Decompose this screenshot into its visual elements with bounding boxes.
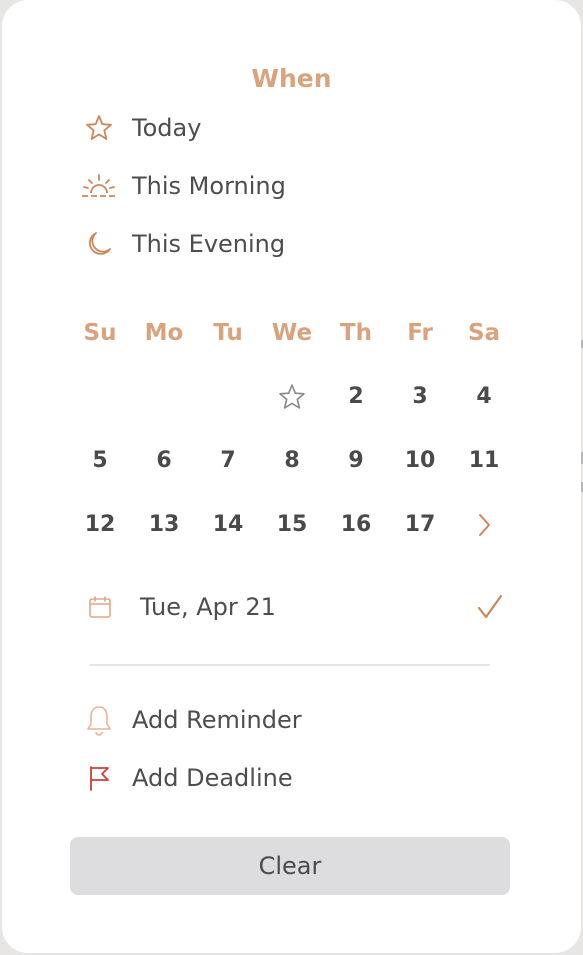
day-cell[interactable]: 7 [196,437,260,485]
weekday-wednesday: We [271,320,313,346]
option-this-evening[interactable]: This Evening [80,224,400,264]
weekday-thursday: Th [339,320,373,346]
selected-date-row[interactable]: Tue, Apr 21 [80,584,510,630]
option-this-morning[interactable]: This Morning [80,166,400,206]
day-cell[interactable]: 3 [388,373,452,421]
day-cell[interactable]: 11 [452,437,516,485]
day-cell[interactable]: 16 [324,501,388,549]
next-month-button[interactable] [452,501,516,549]
option-label: Today [132,114,202,142]
popover-title: When [251,64,332,93]
day-cell[interactable]: 14 [196,501,260,549]
day-cell[interactable]: 6 [132,437,196,485]
day-cell[interactable]: 8 [260,437,324,485]
star-icon [80,111,118,145]
weekday-friday: Fr [407,320,433,346]
clear-button[interactable]: Clear [70,837,510,895]
star-icon [278,383,306,411]
day-today[interactable] [260,373,324,421]
day-cell[interactable]: 2 [324,373,388,421]
bell-icon [80,703,118,737]
sunrise-icon [80,169,118,203]
checkmark-icon[interactable] [470,592,510,622]
day-cell[interactable]: 13 [132,501,196,549]
day-cell[interactable]: 9 [324,437,388,485]
add-reminder-button[interactable]: Add Reminder [80,700,400,740]
day-cell[interactable]: 12 [68,501,132,549]
day-cell[interactable]: 5 [68,437,132,485]
calendar-icon [80,595,120,619]
day-cell[interactable]: 10 [388,437,452,485]
option-label: This Morning [132,172,286,200]
selected-date-label: Tue, Apr 21 [140,593,276,621]
when-popover: When Today This Morning This Evening Su … [2,0,581,953]
add-deadline-label: Add Deadline [132,764,293,792]
day-cell[interactable]: 17 [388,501,452,549]
add-deadline-button[interactable]: Add Deadline [80,758,400,798]
option-label: This Evening [132,230,286,258]
flag-icon [80,761,118,795]
weekday-monday: Mo [144,320,184,346]
weekday-sunday: Su [83,320,117,346]
add-reminder-label: Add Reminder [132,706,302,734]
day-cell[interactable]: 4 [452,373,516,421]
divider [90,664,490,666]
weekday-saturday: Sa [467,320,501,346]
chevron-right-icon [474,512,494,538]
day-cell[interactable]: 15 [260,501,324,549]
weekday-tuesday: Tu [213,320,243,346]
option-today[interactable]: Today [80,108,400,148]
moon-icon [80,227,118,261]
